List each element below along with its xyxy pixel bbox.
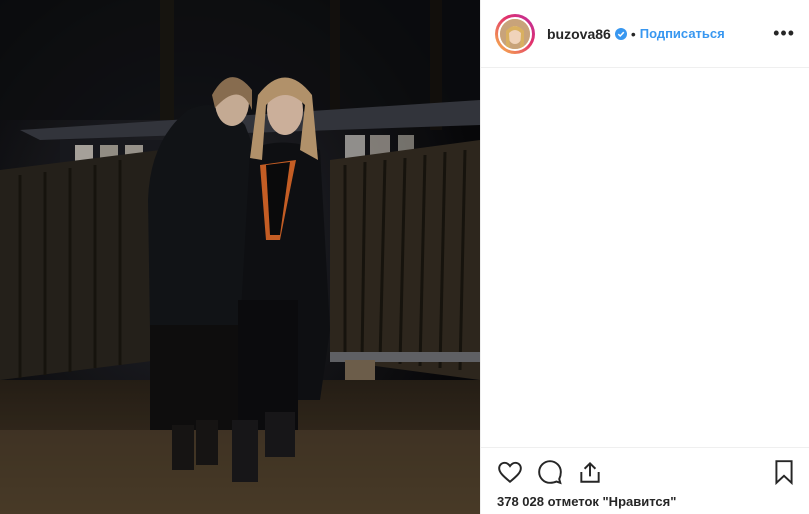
heart-icon[interactable] [497,459,525,487]
username-link[interactable]: buzova86 [547,26,611,42]
separator-dot: • [630,25,636,42]
post-header: buzova86 • Подписаться ••• [481,0,809,68]
instagram-post: buzova86 • Подписаться ••• 378 028 отмет… [0,0,809,514]
post-photo[interactable] [0,0,480,514]
action-bar [497,458,799,488]
bookmark-icon[interactable] [771,459,799,487]
share-icon[interactable] [577,459,605,487]
comment-icon[interactable] [537,459,565,487]
actions-divider [481,447,809,448]
avatar[interactable] [495,13,535,54]
avatar-image [498,16,532,51]
likes-count[interactable]: 378 028 отметок "Нравится" [497,494,676,509]
verified-badge-icon [614,27,627,40]
more-options-icon[interactable]: ••• [773,23,795,44]
post-sidebar: buzova86 • Подписаться ••• 378 028 отмет… [480,0,809,514]
follow-button[interactable]: Подписаться [640,26,725,41]
